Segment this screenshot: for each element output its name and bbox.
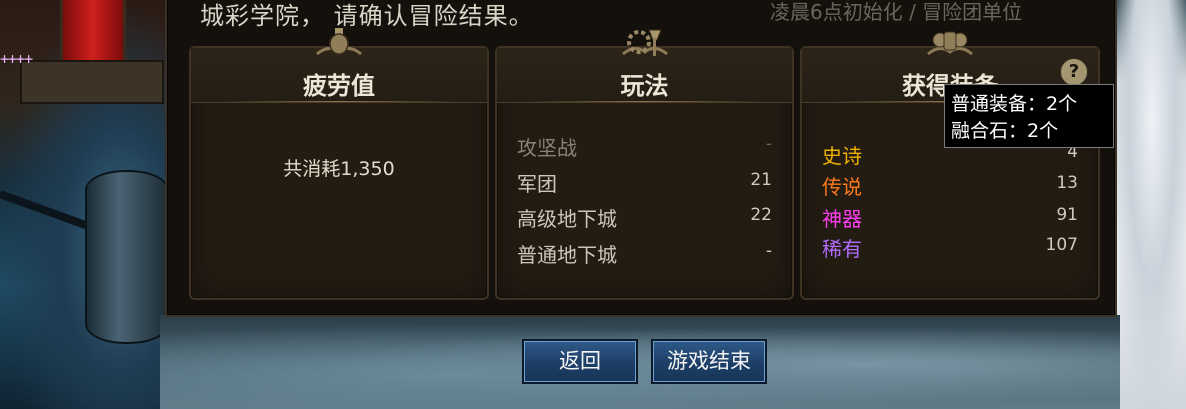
mode-label: 军团 (517, 172, 557, 196)
tooltip-line: 普通装备：2个 (951, 93, 1078, 115)
mode-label: 普通地下城 (517, 243, 617, 267)
background-red-machine (60, 0, 126, 63)
mode-card: 玩法 攻坚战 - 军团 21 高级地下城 22 普通地下城 - (495, 29, 794, 300)
fatigue-consumed: 共消耗1,350 (283, 158, 395, 180)
background-machine-base (20, 60, 164, 104)
equip-label: 史诗 (822, 144, 862, 168)
mode-card-title: 玩法 (620, 71, 669, 100)
equip-row: 传说 13 (822, 171, 1078, 201)
background-scene-right (1112, 0, 1186, 409)
mode-value: 22 (750, 205, 772, 225)
fatigue-card-title: 疲劳值 (303, 71, 375, 100)
mode-label: 攻坚战 (517, 136, 577, 160)
equip-label: 神器 (822, 207, 862, 231)
equip-tooltip: 普通装备：2个 融合石：2个 (944, 84, 1114, 148)
equip-row: 神器 91 (822, 203, 1078, 233)
mode-row: 攻坚战 - (517, 132, 772, 162)
background-plus-marks: ++++ (0, 50, 33, 68)
equip-value: 13 (1056, 173, 1078, 193)
mode-value: 21 (750, 170, 772, 190)
fatigue-card-header: 疲劳值 (191, 28, 487, 103)
mode-value: - (765, 241, 772, 261)
equip-label: 传说 (822, 175, 862, 199)
potion-emblem-icon (316, 28, 362, 56)
armor-emblem-icon (927, 31, 973, 56)
background-scene-bottom (160, 315, 1120, 409)
background-barrel (85, 170, 169, 344)
mode-row: 高级地下城 22 (517, 203, 772, 233)
mode-row: 普通地下城 - (517, 239, 772, 269)
mode-value: - (765, 134, 772, 154)
question-icon[interactable]: ? (1060, 58, 1088, 86)
fatigue-card: 疲劳值 共消耗1,350 (189, 28, 489, 300)
back-button[interactable]: 返回 (522, 339, 638, 384)
tooltip-line: 融合石：2个 (951, 120, 1059, 142)
mode-card-header: 玩法 (497, 29, 792, 103)
reset-info: 凌晨6点初始化 / 冒险团单位 (770, 0, 1023, 24)
mode-label: 高级地下城 (517, 207, 617, 231)
gear-axe-emblem-icon (621, 29, 668, 56)
mode-row: 军团 21 (517, 168, 772, 198)
equip-label: 稀有 (822, 237, 862, 261)
end-game-button[interactable]: 游戏结束 (651, 339, 767, 384)
equip-row: 稀有 107 (822, 233, 1078, 263)
equip-value: 107 (1045, 235, 1078, 255)
equip-value: 91 (1056, 205, 1078, 225)
